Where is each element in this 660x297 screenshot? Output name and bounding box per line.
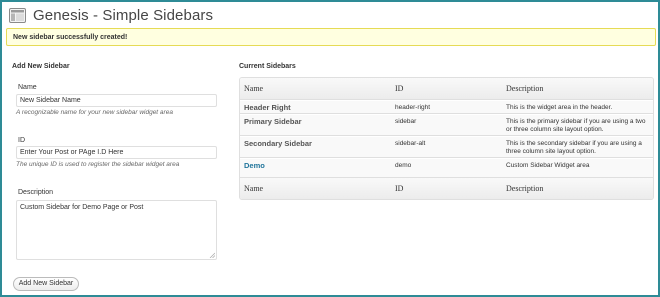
table-header: Name ID Description bbox=[240, 78, 653, 100]
current-sidebars-heading: Current Sidebars bbox=[239, 63, 296, 70]
column-header-id[interactable]: ID bbox=[395, 84, 403, 93]
resize-grip-icon[interactable] bbox=[209, 252, 215, 258]
sidebar-name-link[interactable]: Demo bbox=[244, 162, 265, 170]
name-input-value: New Sidebar Name bbox=[20, 97, 81, 104]
description-label: Description bbox=[18, 189, 54, 196]
sidebars-table: Name ID Description Header Right header-… bbox=[239, 77, 654, 200]
name-label: Name bbox=[18, 84, 37, 91]
page-title: Genesis - Simple Sidebars bbox=[33, 6, 214, 24]
sidebar-description: This is the secondary sidebar if you are… bbox=[506, 140, 642, 155]
name-input[interactable]: New Sidebar Name bbox=[16, 94, 217, 107]
sidebar-description: Custom Sidebar Widget area bbox=[506, 162, 590, 169]
sidebar-id: sidebar-alt bbox=[395, 140, 426, 147]
table-row: Header Right header-right This is the wi… bbox=[240, 100, 653, 114]
name-description: A recognizable name for your new sidebar… bbox=[16, 109, 173, 116]
add-sidebar-heading: Add New Sidebar bbox=[12, 63, 70, 70]
sidebar-description: This is the widget area in the header. bbox=[506, 104, 613, 111]
id-input-value: Enter Your Post or PAge I.D Here bbox=[20, 149, 124, 156]
table-row: Secondary Sidebar sidebar-alt This is th… bbox=[240, 136, 653, 158]
table-row: Demo demo Custom Sidebar Widget area bbox=[240, 158, 653, 179]
table-row: Primary Sidebar sidebar This is the prim… bbox=[240, 114, 653, 136]
sidebar-name[interactable]: Header Right bbox=[244, 104, 291, 112]
layout-icon bbox=[9, 7, 26, 23]
sidebar-name[interactable]: Secondary Sidebar bbox=[244, 140, 312, 148]
notice-text: New sidebar successfully created! bbox=[13, 34, 128, 41]
column-footer-description[interactable]: Description bbox=[506, 184, 651, 193]
description-textarea[interactable]: Custom Sidebar for Demo Page or Post bbox=[16, 200, 217, 260]
id-label: ID bbox=[18, 137, 25, 144]
add-new-sidebar-button[interactable]: Add New Sidebar bbox=[13, 277, 79, 291]
sidebar-id: sidebar bbox=[395, 118, 417, 125]
column-header-name[interactable]: Name bbox=[244, 84, 263, 93]
sidebar-id: demo bbox=[395, 162, 412, 169]
id-description: The unique ID is used to register the si… bbox=[16, 161, 180, 168]
page-header: Genesis - Simple Sidebars bbox=[9, 6, 213, 24]
admin-page: Genesis - Simple Sidebars New sidebar su… bbox=[0, 0, 660, 297]
column-header-description[interactable]: Description bbox=[506, 84, 651, 93]
success-notice: New sidebar successfully created! bbox=[6, 28, 656, 46]
column-footer-id[interactable]: ID bbox=[395, 184, 403, 193]
sidebar-description: This is the primary sidebar if you are u… bbox=[506, 118, 646, 133]
description-textarea-value: Custom Sidebar for Demo Page or Post bbox=[20, 204, 144, 211]
table-footer: Name ID Description bbox=[240, 177, 653, 199]
column-footer-name[interactable]: Name bbox=[244, 184, 263, 193]
id-input[interactable]: Enter Your Post or PAge I.D Here bbox=[16, 146, 217, 159]
sidebar-name[interactable]: Primary Sidebar bbox=[244, 118, 302, 126]
sidebar-id: header-right bbox=[395, 104, 431, 111]
